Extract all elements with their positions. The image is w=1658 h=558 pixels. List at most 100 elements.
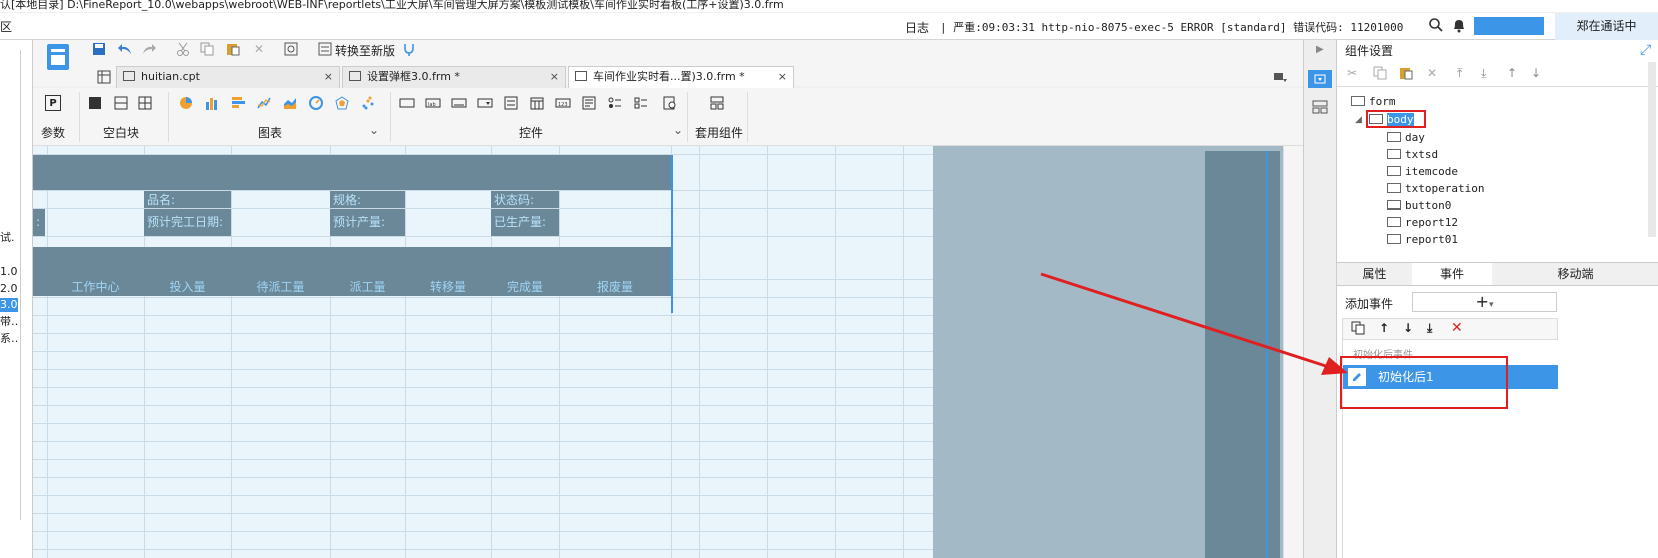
col-header-transferred[interactable]: 转移量 bbox=[405, 278, 491, 296]
copy-icon[interactable] bbox=[199, 41, 215, 57]
tab-events[interactable]: 事件 bbox=[1412, 263, 1492, 285]
pin-icon[interactable]: ⤢ bbox=[1640, 42, 1651, 58]
move-up-icon[interactable]: ↑ bbox=[1507, 66, 1517, 80]
scatter-chart-icon[interactable] bbox=[360, 95, 376, 111]
move-bottom-icon[interactable]: ⤓ bbox=[1481, 66, 1486, 81]
tab-properties[interactable]: 属性 bbox=[1337, 263, 1412, 285]
move-bottom-icon[interactable]: ⤓ bbox=[1427, 321, 1432, 336]
tree-node-report12[interactable]: report12 bbox=[1387, 216, 1458, 230]
pie-chart-icon[interactable] bbox=[178, 95, 194, 111]
user-status[interactable]: 郑在通话中 bbox=[1555, 13, 1658, 40]
col-header-pending[interactable]: 待派工量 bbox=[231, 278, 330, 296]
tab-close-icon[interactable]: × bbox=[550, 67, 559, 87]
line-chart-icon[interactable] bbox=[256, 95, 272, 111]
text-widget-icon[interactable] bbox=[399, 95, 415, 111]
component-settings-icon[interactable] bbox=[1308, 70, 1332, 88]
log-button[interactable]: 日志 bbox=[905, 19, 929, 36]
preview-icon[interactable] bbox=[283, 41, 299, 57]
left-item[interactable]: 1.0 bbox=[0, 265, 18, 279]
left-item[interactable]: 带… bbox=[0, 315, 18, 329]
radar-chart-icon[interactable] bbox=[334, 95, 350, 111]
save-icon[interactable] bbox=[91, 41, 107, 57]
tab-workshop-board[interactable]: 车间作业实时看...置)3.0.frm * × bbox=[568, 66, 794, 88]
label-widget-icon[interactable]: lab bbox=[425, 95, 441, 111]
paste-icon[interactable] bbox=[225, 41, 241, 57]
user-avatar[interactable] bbox=[1474, 17, 1544, 35]
redo-icon[interactable] bbox=[141, 41, 157, 57]
tab-close-icon[interactable]: × bbox=[778, 67, 787, 87]
left-scrollbar[interactable] bbox=[20, 50, 26, 520]
undo-icon[interactable] bbox=[117, 41, 133, 57]
move-top-icon[interactable]: ⤒ bbox=[1457, 66, 1462, 81]
tree-node-button0[interactable]: button0 bbox=[1387, 199, 1451, 213]
param-icon[interactable]: P bbox=[45, 95, 61, 111]
blank-block-icon[interactable] bbox=[87, 95, 103, 111]
form-logo-icon[interactable] bbox=[43, 42, 73, 72]
number-widget-icon[interactable]: 123 bbox=[555, 95, 571, 111]
tab-popup-settings[interactable]: 设置弹框3.0.frm * × bbox=[342, 66, 566, 88]
delete-icon[interactable]: ✕ bbox=[1427, 66, 1437, 80]
split-block-icon[interactable] bbox=[113, 95, 129, 111]
chevron-down-icon[interactable]: ⌄ bbox=[673, 123, 683, 137]
search-widget-icon[interactable] bbox=[662, 95, 678, 111]
button-widget-icon[interactable] bbox=[451, 95, 467, 111]
checkbox-group-widget-icon[interactable] bbox=[633, 95, 649, 111]
bar-chart-icon[interactable] bbox=[204, 95, 220, 111]
left-item[interactable]: 系… bbox=[0, 332, 18, 346]
left-item[interactable]: 试. bbox=[0, 231, 18, 245]
bell-icon[interactable] bbox=[1452, 17, 1466, 36]
paste-icon[interactable] bbox=[1399, 66, 1413, 83]
convert-icon[interactable] bbox=[317, 41, 333, 57]
label-planned-output[interactable]: 预计产量: bbox=[330, 209, 405, 236]
cut-icon[interactable]: ✂ bbox=[1347, 66, 1357, 80]
add-event-button[interactable]: +▾ bbox=[1412, 292, 1557, 312]
label-product-name[interactable]: 品名: bbox=[144, 191, 231, 208]
grid-block-icon[interactable] bbox=[137, 95, 153, 111]
cut-icon[interactable] bbox=[175, 41, 191, 57]
gauge-chart-icon[interactable] bbox=[308, 95, 324, 111]
col-header-scrap[interactable]: 报废量 bbox=[559, 278, 671, 296]
label-spec[interactable]: 规格: bbox=[330, 191, 405, 208]
canvas-scrollbar[interactable] bbox=[1283, 146, 1303, 558]
hbar-chart-icon[interactable] bbox=[230, 95, 246, 111]
search-icon[interactable] bbox=[1428, 17, 1444, 36]
label-status-code[interactable]: 状态码: bbox=[491, 191, 559, 208]
tree-node-form[interactable]: form bbox=[1351, 95, 1396, 109]
radio-group-widget-icon[interactable] bbox=[607, 95, 623, 111]
col-header-dispatched[interactable]: 派工量 bbox=[330, 278, 405, 296]
col-header-input[interactable]: 投入量 bbox=[144, 278, 231, 296]
tree-widget-icon[interactable] bbox=[503, 95, 519, 111]
tab-huitian[interactable]: huitian.cpt × bbox=[116, 66, 340, 88]
tree-node-txtsd[interactable]: txtsd bbox=[1387, 148, 1438, 162]
copy-icon[interactable] bbox=[1373, 66, 1387, 83]
error-message[interactable]: | 严重:09:03:31 http-nio-8075-exec-5 ERROR… bbox=[940, 19, 1405, 35]
design-canvas[interactable]: 品名: 规格: 状态码: : 预计完工日期: 预计产量: 已生产量: 工作中心 … bbox=[33, 146, 1283, 558]
area-chart-icon[interactable] bbox=[282, 95, 298, 111]
tree-node-day[interactable]: day bbox=[1387, 131, 1425, 145]
tree-node-report01[interactable]: report01 bbox=[1387, 233, 1458, 247]
delete-event-icon[interactable]: ✕ bbox=[1451, 320, 1463, 336]
textarea-widget-icon[interactable] bbox=[581, 95, 597, 111]
move-down-icon[interactable]: ↓ bbox=[1531, 66, 1541, 80]
convert-button[interactable]: 转换至新版 bbox=[335, 42, 395, 59]
tree-scrollbar[interactable] bbox=[1648, 62, 1656, 237]
tree-node-itemcode[interactable]: itemcode bbox=[1387, 165, 1458, 179]
left-item[interactable]: 2.0 bbox=[0, 282, 18, 296]
combobox-widget-icon[interactable] bbox=[477, 95, 493, 111]
collapse-icon[interactable]: ▶ bbox=[1316, 44, 1324, 55]
chevron-down-icon[interactable]: ⌄ bbox=[369, 123, 379, 137]
left-item-selected[interactable]: 3.0 bbox=[0, 298, 18, 312]
layout-panel-icon[interactable] bbox=[1312, 100, 1328, 117]
label-produced-qty[interactable]: 已生产量: bbox=[491, 209, 559, 236]
copy-event-icon[interactable] bbox=[1351, 321, 1365, 338]
label-row2-prefix[interactable]: : bbox=[33, 209, 45, 236]
tab-mobile[interactable]: 移动端 bbox=[1492, 263, 1658, 285]
delete-icon[interactable]: ✕ bbox=[251, 41, 267, 57]
move-up-icon[interactable]: ↑ bbox=[1379, 321, 1389, 335]
col-header-completed[interactable]: 完成量 bbox=[491, 278, 559, 296]
tab-list-icon[interactable] bbox=[1272, 69, 1288, 85]
template-component-icon[interactable] bbox=[709, 95, 725, 111]
tree-node-txtoperation[interactable]: txtoperation bbox=[1387, 182, 1484, 196]
col-header-workcenter[interactable]: 工作中心 bbox=[47, 278, 144, 296]
date-widget-icon[interactable] bbox=[529, 95, 545, 111]
